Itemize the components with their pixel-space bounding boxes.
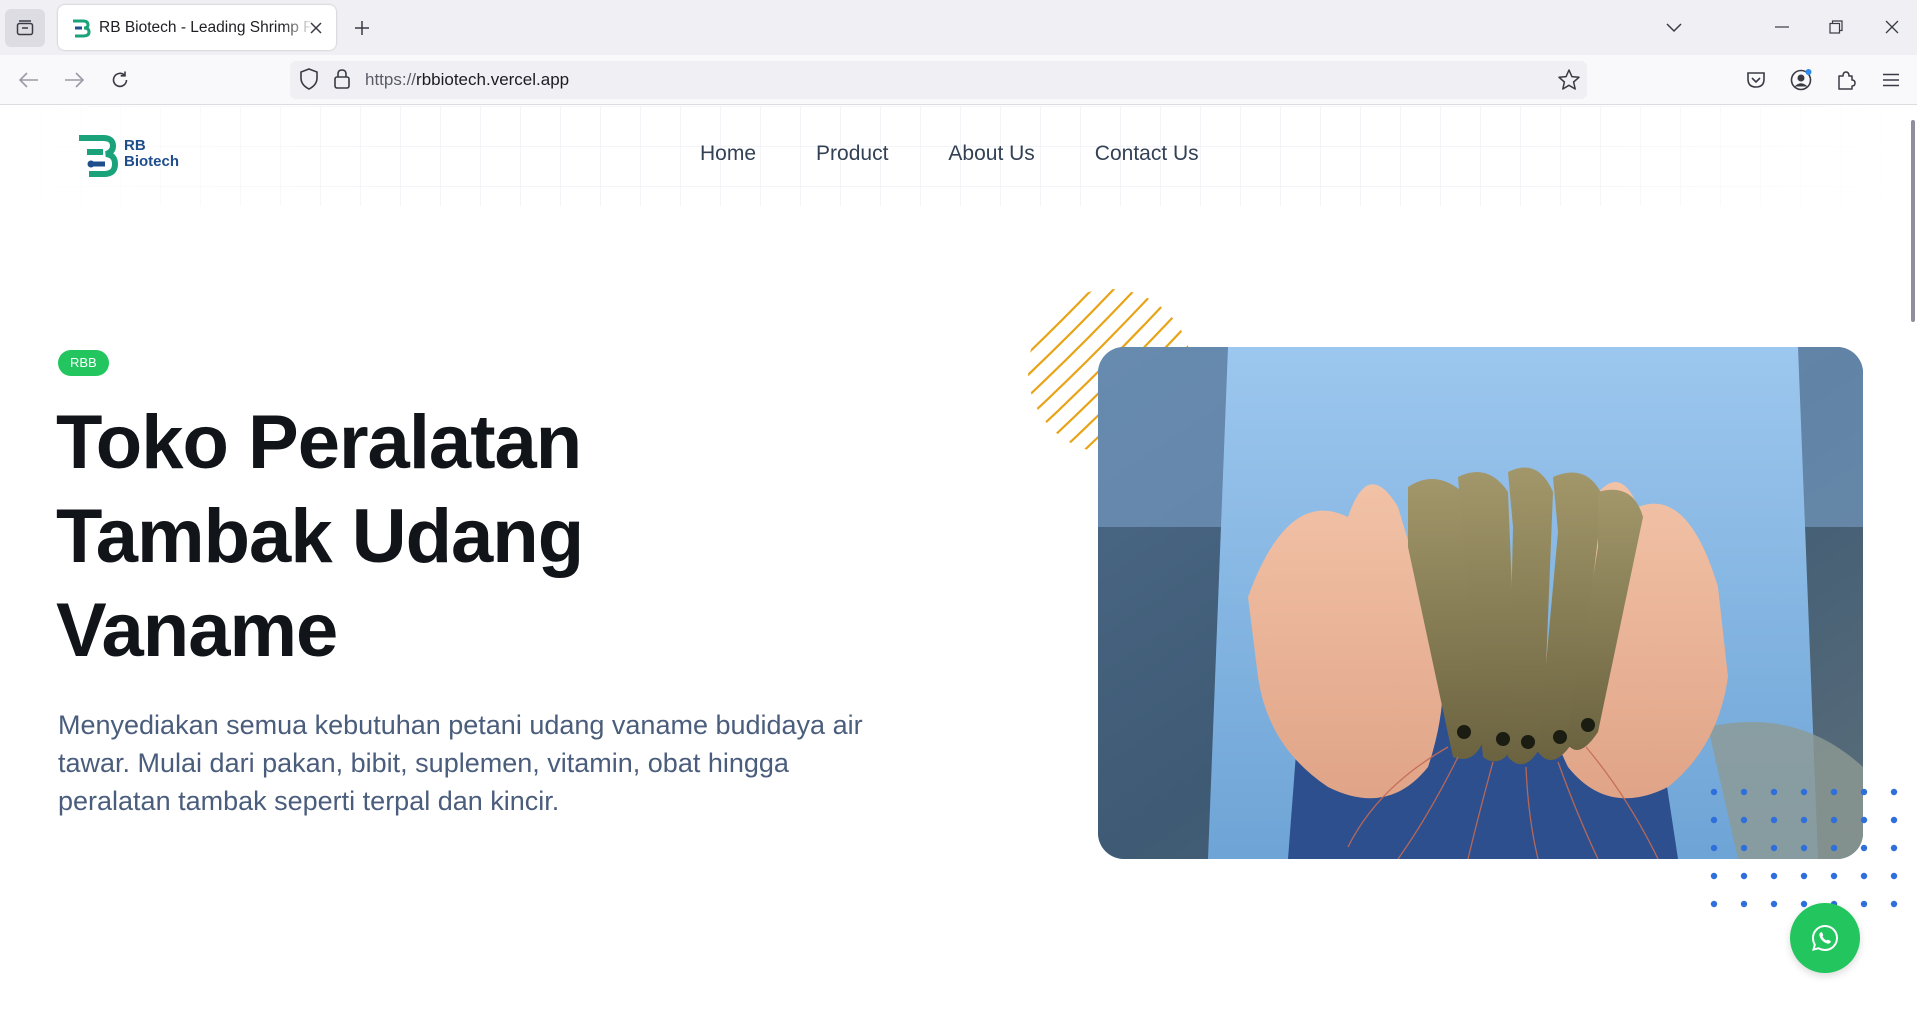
hero-description: Menyediakan semua kebutuhan petani udang…: [58, 706, 958, 820]
hero-description-line-3: peralatan tambak seperti terpal dan kinc…: [58, 786, 560, 816]
new-tab-button[interactable]: [350, 16, 374, 40]
account-icon: [1790, 69, 1812, 91]
tab-title: RB Biotech - Leading Shrimp Farm: [99, 18, 313, 36]
hero-description-line-1: Menyediakan semua kebutuhan petani udang…: [58, 710, 863, 740]
hero-title-line-1: Toko Peralatan: [56, 400, 582, 485]
tab-list-icon: [16, 20, 34, 36]
nav-contact-us[interactable]: Contact Us: [1095, 142, 1199, 166]
lock-icon: [334, 69, 350, 89]
back-button[interactable]: [16, 67, 42, 93]
minimize-icon: [1775, 26, 1789, 28]
tracking-protection-button[interactable]: [298, 67, 320, 95]
tab-close-button[interactable]: [306, 18, 326, 38]
hero-title-line-2: Tambak Udang: [56, 494, 584, 579]
star-icon: [1558, 69, 1580, 90]
chevron-down-icon: [1666, 23, 1682, 33]
app-menu-button[interactable]: [1878, 67, 1904, 93]
close-icon: [310, 22, 322, 34]
url-host: rbbiotech.vercel.app: [416, 70, 570, 89]
reload-button[interactable]: [107, 67, 133, 93]
page-scrollbar[interactable]: [1911, 120, 1915, 322]
hero-title-line-3: Vaname: [56, 588, 338, 673]
extensions-button[interactable]: [1833, 67, 1859, 93]
plus-icon: [355, 21, 369, 35]
extensions-icon: [1838, 71, 1856, 90]
pocket-button[interactable]: [1743, 67, 1769, 93]
hero-description-line-2: tawar. Mulai dari pakan, bibit, suplemen…: [58, 748, 789, 778]
forward-arrow-icon: [65, 72, 84, 88]
minimize-button[interactable]: [1762, 12, 1802, 42]
bookmark-button[interactable]: [1557, 68, 1581, 96]
pocket-icon: [1747, 72, 1765, 88]
window-close-button[interactable]: [1872, 12, 1912, 42]
list-all-tabs-button[interactable]: [1662, 16, 1686, 40]
site-nav: Home Product About Us Contact Us: [700, 142, 1199, 166]
url-scheme: https://: [365, 70, 417, 89]
site-header: RB Biotech Home Product About Us Contact…: [0, 106, 1917, 206]
web-page: RB Biotech Home Product About Us Contact…: [0, 106, 1917, 1017]
restore-icon: [1829, 20, 1843, 34]
reload-icon: [112, 71, 128, 88]
rb-biotech-favicon-icon: [73, 19, 91, 37]
logo-wordmark: RB Biotech: [124, 138, 179, 170]
site-info-button[interactable]: [333, 68, 351, 94]
address-bar[interactable]: https://rbbiotech.vercel.app: [290, 61, 1587, 99]
forward-button[interactable]: [61, 67, 87, 93]
url-text[interactable]: https://rbbiotech.vercel.app: [365, 70, 569, 90]
hero-badge: RBB: [58, 350, 109, 376]
nav-about-us[interactable]: About Us: [948, 142, 1034, 166]
menu-icon: [1883, 73, 1899, 87]
logo-line-2: Biotech: [124, 153, 180, 170]
shield-icon: [300, 68, 318, 90]
tab-list-button[interactable]: [5, 9, 45, 47]
hero-image: [1098, 347, 1863, 859]
browser-navigation-bar: https://rbbiotech.vercel.app: [0, 55, 1917, 105]
restore-button[interactable]: [1816, 12, 1856, 42]
logo-line-1: RB: [124, 137, 146, 154]
account-button[interactable]: [1788, 67, 1814, 93]
browser-tab-bar: RB Biotech - Leading Shrimp Farm: [0, 0, 1917, 55]
decorative-dot-grid: [1710, 788, 1898, 908]
browser-tab-active[interactable]: RB Biotech - Leading Shrimp Farm: [58, 5, 336, 50]
hero-title: Toko Peralatan Tambak Udang Vaname: [56, 396, 816, 678]
site-logo[interactable]: RB Biotech: [77, 134, 197, 178]
back-arrow-icon: [19, 72, 38, 88]
whatsapp-icon: [1811, 924, 1838, 952]
whatsapp-button[interactable]: [1790, 903, 1860, 973]
nav-product[interactable]: Product: [816, 142, 888, 166]
rb-biotech-logo-icon: [79, 135, 119, 177]
nav-home[interactable]: Home: [700, 142, 756, 166]
window-close-icon: [1885, 20, 1899, 34]
hands-holding-shrimp-image: [1098, 347, 1863, 859]
